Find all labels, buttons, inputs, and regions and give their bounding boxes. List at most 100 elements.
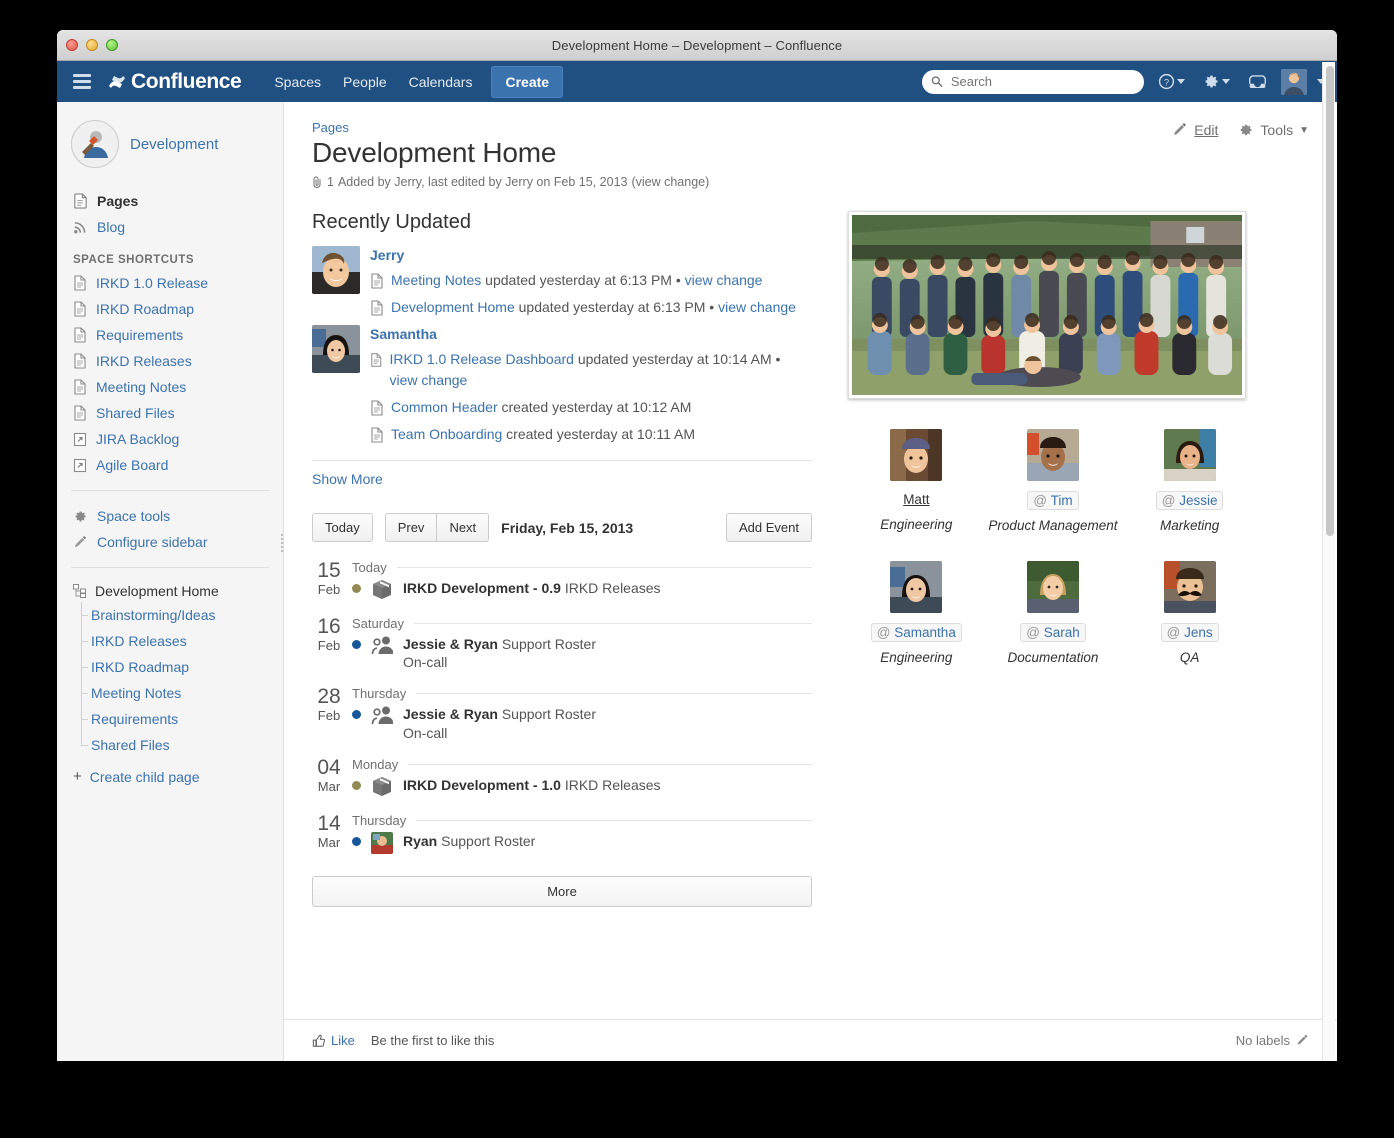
event-line[interactable]: Jessie & Ryan Support Roster On-call: [352, 634, 812, 670]
entry-page-link[interactable]: Development Home: [391, 299, 515, 315]
edit-button[interactable]: Edit: [1172, 122, 1218, 138]
settings-menu[interactable]: [1199, 73, 1234, 90]
entry-detail: created yesterday at 10:11 AM: [502, 426, 695, 442]
calendar-today-button[interactable]: Today: [312, 513, 373, 542]
sidebar-shortcut-meeting-notes[interactable]: Meeting Notes: [57, 374, 283, 400]
avatar[interactable]: [1027, 561, 1079, 613]
avatar[interactable]: [1027, 429, 1079, 481]
event-calendar: IRKD Releases: [565, 580, 661, 596]
sidebar-tree-shared-files[interactable]: Shared Files: [57, 732, 283, 758]
notifications-button[interactable]: [1244, 74, 1271, 90]
page-icon: [370, 273, 384, 289]
avatar[interactable]: [312, 246, 360, 294]
sidebar-item-pages[interactable]: Pages: [57, 188, 283, 214]
avatar[interactable]: [1164, 561, 1216, 613]
sidebar-tree-root[interactable]: Development Home: [57, 580, 283, 602]
sidebar-shortcut-label: Requirements: [96, 327, 183, 343]
event-title: Jessie & Ryan: [403, 636, 498, 652]
event-color-dot: [352, 640, 361, 649]
avatar[interactable]: [1164, 429, 1216, 481]
sidebar-shortcut-irkd-roadmap[interactable]: IRKD Roadmap: [57, 296, 283, 322]
labels-section[interactable]: No labels: [1236, 1033, 1309, 1048]
sidebar-tree-meeting-notes[interactable]: Meeting Notes: [57, 680, 283, 706]
entry-view-change[interactable]: view change: [390, 372, 468, 388]
vertical-scrollbar[interactable]: [1322, 62, 1335, 1061]
recently-updated-user[interactable]: Samantha: [370, 326, 812, 342]
space-header[interactable]: Development: [57, 120, 283, 168]
divider: [416, 693, 812, 694]
sidebar-shortcut-irkd-1-0-release[interactable]: IRKD 1.0 Release: [57, 270, 283, 296]
confluence-logo[interactable]: Confluence: [107, 70, 241, 94]
sidebar-space-tools[interactable]: Space tools: [57, 503, 283, 529]
calendar-next-button[interactable]: Next: [436, 513, 489, 542]
team-member-mention[interactable]: @ Jessie: [1156, 491, 1224, 510]
entry-view-change[interactable]: view change: [685, 272, 763, 288]
sidebar-tree-requirements[interactable]: Requirements: [57, 706, 283, 732]
nav-spaces[interactable]: Spaces: [263, 68, 332, 96]
minimize-button[interactable]: [86, 39, 98, 51]
close-button[interactable]: [66, 39, 78, 51]
view-change-link[interactable]: (view change): [631, 175, 709, 189]
event-date: 28 Feb: [312, 686, 352, 740]
sidebar-tree-brainstorming[interactable]: Brainstorming/Ideas: [57, 602, 283, 628]
sidebar-shortcut-requirements[interactable]: Requirements: [57, 322, 283, 348]
team-member-mention[interactable]: @ Tim: [1027, 491, 1078, 510]
sidebar-item-blog[interactable]: Blog: [57, 214, 283, 240]
entry-view-change[interactable]: view change: [718, 299, 796, 315]
sidebar-tree-irkd-roadmap[interactable]: IRKD Roadmap: [57, 654, 283, 680]
event-dayname: Saturday: [352, 616, 404, 631]
search-icon: [931, 75, 943, 88]
space-name-label[interactable]: Development: [130, 136, 218, 153]
show-more-button[interactable]: Show More: [312, 471, 812, 487]
calendar-prev-button[interactable]: Prev: [385, 513, 438, 542]
event-line[interactable]: IRKD Development - 1.0 IRKD Releases: [352, 775, 812, 797]
recently-updated-user[interactable]: Jerry: [370, 247, 812, 263]
help-icon: ?: [1158, 73, 1175, 90]
sidebar-shortcut-agile-board[interactable]: Agile Board: [57, 452, 283, 478]
event-line[interactable]: Jessie & Ryan Support Roster On-call: [352, 704, 812, 740]
entry-page-link[interactable]: Meeting Notes: [391, 272, 481, 288]
nav-people[interactable]: People: [332, 68, 398, 96]
event-day: 16: [312, 616, 346, 638]
window-title: Development Home – Development – Conflue…: [552, 38, 842, 53]
zoom-button[interactable]: [106, 39, 118, 51]
search-box[interactable]: [922, 70, 1144, 94]
event-line[interactable]: Ryan Support Roster: [352, 831, 812, 854]
event-title: Ryan: [403, 833, 437, 849]
sidebar-shortcut-irkd-releases[interactable]: IRKD Releases: [57, 348, 283, 374]
help-menu[interactable]: ?: [1154, 73, 1189, 90]
team-member-mention[interactable]: @ Sarah: [1020, 623, 1086, 642]
avatar[interactable]: [312, 325, 360, 373]
team-member-mention[interactable]: @ Samantha: [871, 623, 962, 642]
sidebar-tree-irkd-releases[interactable]: IRKD Releases: [57, 628, 283, 654]
event-main: Saturday Jessie & Ryan Support: [352, 616, 812, 670]
event-line[interactable]: IRKD Development - 0.9 IRKD Releases: [352, 578, 812, 600]
breadcrumb[interactable]: Pages: [312, 120, 1309, 135]
avatar-image-matt: [890, 429, 942, 481]
entry-page-link[interactable]: IRKD 1.0 Release Dashboard: [390, 351, 574, 367]
search-input[interactable]: [949, 73, 1135, 90]
recently-updated-entry: Development Home updated yesterday at 6:…: [370, 294, 812, 321]
avatar[interactable]: [890, 429, 942, 481]
entry-page-link[interactable]: Team Onboarding: [391, 426, 502, 442]
hamburger-icon[interactable]: [73, 74, 91, 89]
tools-menu[interactable]: Tools ▼: [1238, 122, 1309, 138]
nav-calendars[interactable]: Calendars: [398, 68, 484, 96]
sidebar-configure[interactable]: Configure sidebar: [57, 529, 283, 555]
calendar-more-button[interactable]: More: [312, 876, 812, 907]
scrollbar-thumb[interactable]: [1326, 66, 1334, 536]
create-button[interactable]: Create: [491, 66, 563, 98]
recently-updated-entry: Meeting Notes updated yesterday at 6:13 …: [370, 267, 812, 294]
like-button[interactable]: Like: [312, 1033, 355, 1048]
user-avatar[interactable]: [1281, 69, 1307, 95]
add-event-button[interactable]: Add Event: [726, 513, 812, 542]
team-member-name[interactable]: Matt: [903, 492, 929, 507]
sidebar-shortcut-jira-backlog[interactable]: JIRA Backlog: [57, 426, 283, 452]
sidebar-shortcut-shared-files[interactable]: Shared Files: [57, 400, 283, 426]
team-member-mention[interactable]: @ Jens: [1161, 623, 1219, 642]
chevron-down-icon: ▼: [1299, 125, 1309, 136]
create-child-page-button[interactable]: + Create child page: [57, 758, 283, 785]
entry-page-link[interactable]: Common Header: [391, 399, 498, 415]
sidebar-shortcut-label: IRKD Releases: [96, 353, 192, 369]
avatar[interactable]: [890, 561, 942, 613]
